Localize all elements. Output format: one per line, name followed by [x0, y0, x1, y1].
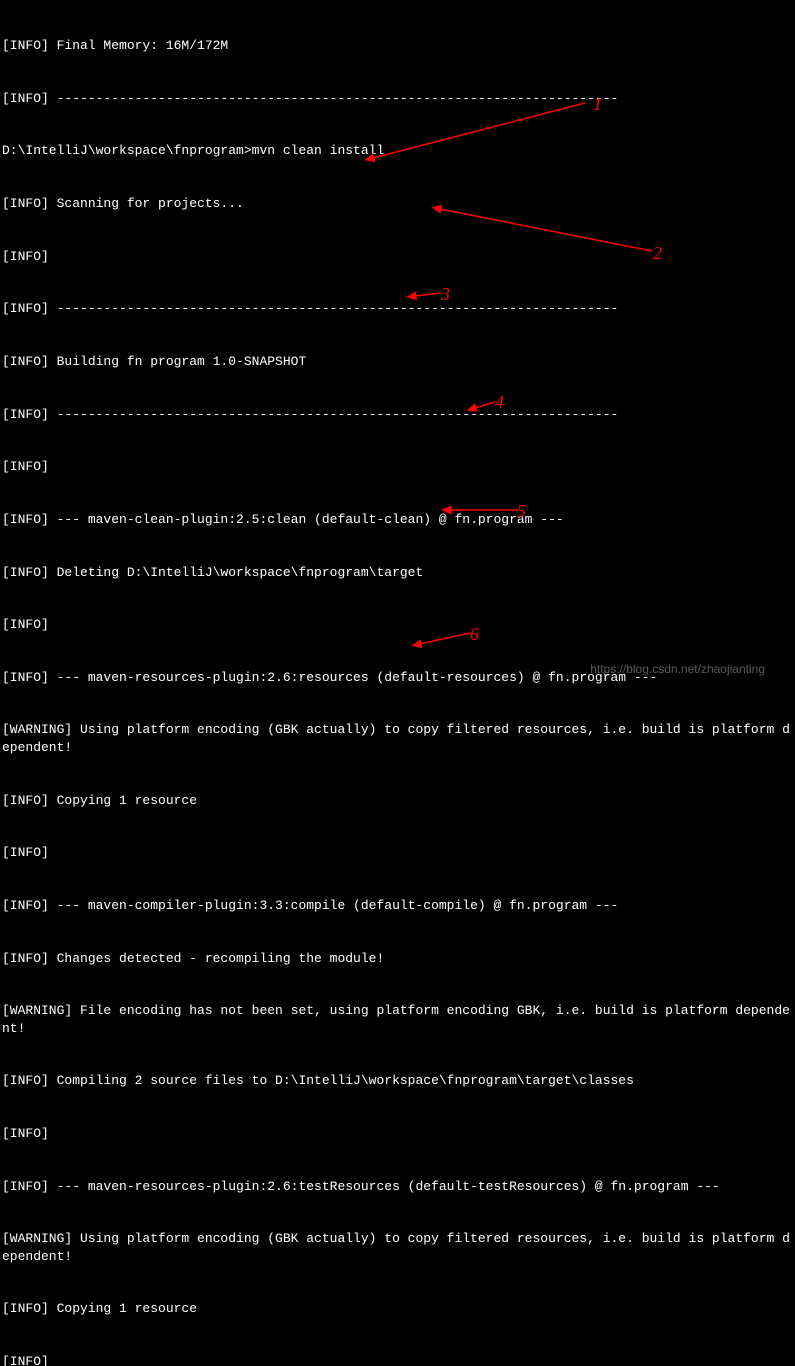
log-line: [INFO] Copying 1 resource	[2, 792, 793, 810]
terminal-output: [INFO] Final Memory: 16M/172M [INFO] ---…	[2, 2, 793, 1366]
annotation-label-3: 3	[441, 282, 450, 306]
annotation-label-1: 1	[593, 92, 602, 116]
log-line: [INFO] --- maven-clean-plugin:2.5:clean …	[2, 511, 793, 529]
log-line: [INFO] Changes detected - recompiling th…	[2, 950, 793, 968]
annotation-label-5: 5	[517, 499, 526, 523]
log-line: [INFO] ---------------------------------…	[2, 90, 793, 108]
annotation-label-2: 2	[653, 241, 662, 265]
log-line: [INFO] Copying 1 resource	[2, 1300, 793, 1318]
log-line: [INFO] Deleting D:\IntelliJ\workspace\fn…	[2, 564, 793, 582]
log-line: [INFO]	[2, 1353, 793, 1366]
log-line: [INFO] Compiling 2 source files to D:\In…	[2, 1072, 793, 1090]
annotation-label-6: 6	[470, 622, 479, 646]
log-line: [INFO] --- maven-compiler-plugin:3.3:com…	[2, 897, 793, 915]
log-line: [INFO] Building fn program 1.0-SNAPSHOT	[2, 353, 793, 371]
log-line: D:\IntelliJ\workspace\fnprogram>mvn clea…	[2, 142, 793, 160]
log-line: [INFO]	[2, 248, 793, 266]
log-line: [INFO] ---------------------------------…	[2, 406, 793, 424]
log-line: [INFO] Final Memory: 16M/172M	[2, 37, 793, 55]
log-line: [INFO]	[2, 616, 793, 634]
log-line: [INFO] --- maven-resources-plugin:2.6:te…	[2, 1178, 793, 1196]
log-line: [INFO]	[2, 458, 793, 476]
log-line: [WARNING] Using platform encoding (GBK a…	[2, 721, 793, 756]
log-line: [WARNING] File encoding has not been set…	[2, 1002, 793, 1037]
watermark-text: https://blog.csdn.net/zhaojianting	[590, 661, 765, 677]
log-line: [INFO]	[2, 844, 793, 862]
log-line: [WARNING] Using platform encoding (GBK a…	[2, 1230, 793, 1265]
annotation-label-4: 4	[495, 390, 504, 414]
log-line: [INFO]	[2, 1125, 793, 1143]
log-line: [INFO] ---------------------------------…	[2, 300, 793, 318]
log-line: [INFO] Scanning for projects...	[2, 195, 793, 213]
